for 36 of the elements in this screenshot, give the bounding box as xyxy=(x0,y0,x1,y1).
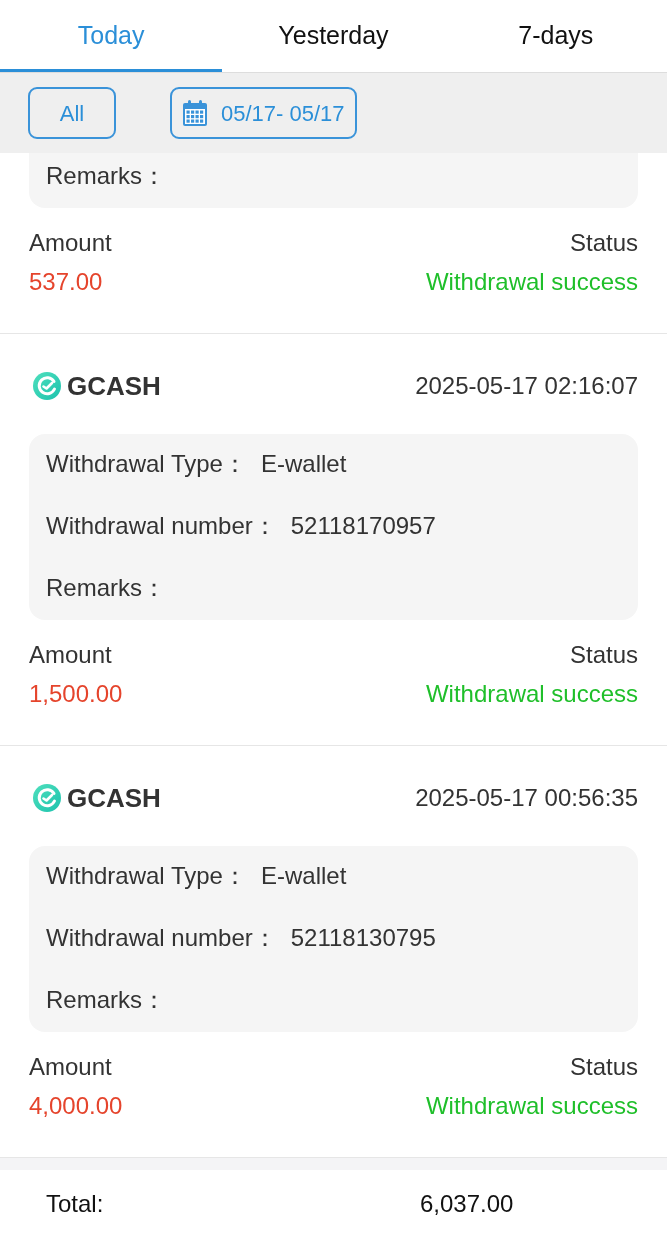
status-label: Status xyxy=(569,640,638,670)
amount-value: 4,000.00 xyxy=(29,1091,123,1121)
status-label: Status xyxy=(569,228,638,258)
status-value: Withdrawal success xyxy=(425,1091,638,1121)
transaction-time: 2025-05-17 02:16:07 xyxy=(415,371,638,401)
period-tab[interactable]: 7-days xyxy=(444,0,667,72)
detail-label: Remarks： xyxy=(46,161,166,191)
period-tab[interactable]: Yesterday xyxy=(222,0,445,72)
detail-label: Withdrawal Type： xyxy=(46,861,247,891)
status-value: Withdrawal success xyxy=(425,679,638,709)
transaction-time: 2025-05-17 00:56:35 xyxy=(415,783,638,813)
total-label: Total: xyxy=(46,1189,105,1219)
payment-method-name: GCASH xyxy=(67,782,161,814)
amount-label: Amount xyxy=(29,228,112,258)
detail-label: Remarks： xyxy=(46,573,166,603)
detail-label: Withdrawal number： xyxy=(46,923,277,953)
check-circle-icon xyxy=(33,372,61,400)
payment-method-name: GCASH xyxy=(67,370,161,402)
detail-label: Withdrawal Type： xyxy=(46,449,247,479)
status-label: Status xyxy=(569,1052,638,1082)
detail-label: Withdrawal number： xyxy=(46,511,277,541)
detail-value: 52118130795 xyxy=(290,923,436,953)
amount-label: Amount xyxy=(29,1052,113,1082)
amount-value: 1,500.00 xyxy=(29,679,123,709)
detail-value: E-wallet xyxy=(260,449,347,479)
total-value: 6,037.00 xyxy=(420,1189,514,1219)
amount-value: 537.00 xyxy=(29,267,104,297)
check-circle-icon xyxy=(33,784,61,812)
detail-value: 52118170957 xyxy=(290,511,436,541)
calendar-icon xyxy=(182,99,208,127)
date-range-button[interactable]: 05/17- 05/17 xyxy=(170,87,357,139)
all-filter-button[interactable]: All xyxy=(28,87,116,139)
amount-label: Amount xyxy=(29,640,113,670)
status-value: Withdrawal success xyxy=(425,267,638,297)
detail-label: Remarks： xyxy=(46,985,166,1015)
detail-value: E-wallet xyxy=(260,861,347,891)
